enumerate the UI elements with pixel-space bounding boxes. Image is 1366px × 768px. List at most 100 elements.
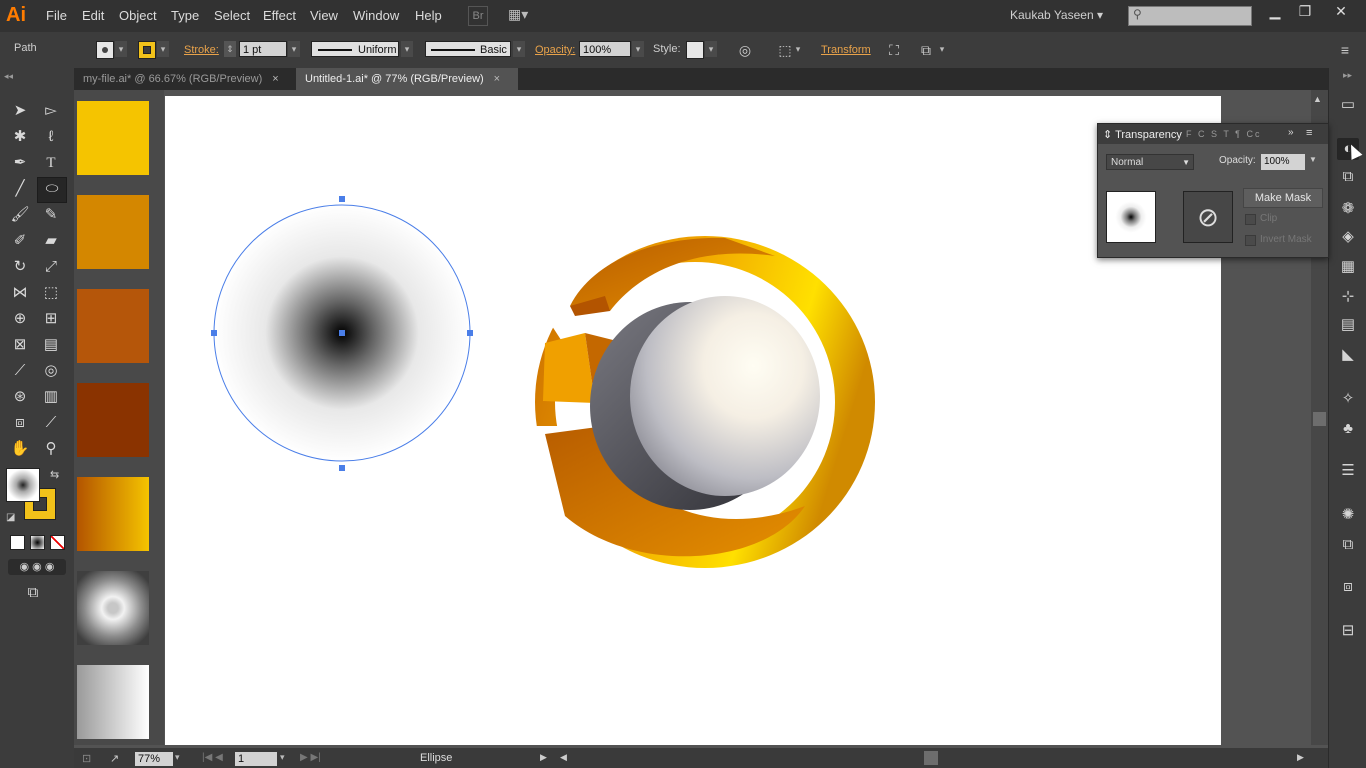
align-dropdown[interactable]: ▾	[792, 41, 804, 57]
swatch-gray-gradient[interactable]	[77, 665, 149, 739]
brush-definition[interactable]: Basic	[425, 41, 511, 57]
blend-mode-select[interactable]: Normal ▼	[1106, 154, 1194, 170]
artboard-number-input[interactable]: 1	[235, 752, 277, 766]
artboards-panel-icon[interactable]: ⧈	[1337, 576, 1359, 598]
symbol-sprayer-tool-icon[interactable]: ⊛	[9, 386, 31, 408]
center-point[interactable]	[339, 330, 345, 336]
artboard[interactable]	[165, 96, 1221, 745]
swap-colors-icon[interactable]: ⇆	[50, 468, 59, 481]
pencil-tool-icon[interactable]: ✎	[40, 204, 62, 226]
artboard-nav-icon[interactable]: ⊡	[82, 752, 91, 765]
swatch-orange[interactable]	[77, 195, 149, 269]
opacity-input[interactable]: 100%	[579, 41, 631, 57]
paintbrush-tool-icon[interactable]: 🖌	[9, 204, 31, 226]
stroke-weight-dropdown[interactable]: ▾	[288, 41, 300, 57]
scroll-left-icon[interactable]: ◀	[560, 752, 567, 763]
close-button[interactable]: ✕	[1328, 3, 1354, 23]
transform-panel-icon[interactable]: ⊹	[1337, 286, 1359, 308]
user-name[interactable]: Kaukab Yaseen	[1010, 8, 1094, 22]
brushes-panel-icon[interactable]: ✧	[1337, 388, 1359, 410]
more-tabs-icon[interactable]: »	[1288, 127, 1294, 138]
scroll-right-icon[interactable]: ▶	[1297, 752, 1304, 763]
eraser-tool-icon[interactable]: ▰	[40, 230, 62, 252]
menu-edit[interactable]: Edit	[82, 8, 104, 23]
arrange-dropdown[interactable]: ▾	[936, 41, 948, 57]
anchor-point[interactable]	[211, 330, 217, 336]
shape-builder-tool-icon[interactable]: ⊕	[9, 308, 31, 330]
opacity-dropdown[interactable]: ▾	[632, 41, 644, 57]
menu-select[interactable]: Select	[214, 8, 250, 23]
links-panel-icon[interactable]: ⧉	[1337, 534, 1359, 556]
brush-dropdown[interactable]: ▾	[513, 41, 525, 57]
menu-window[interactable]: Window	[353, 8, 399, 23]
swatch-yellow[interactable]	[77, 101, 149, 175]
type-tool-icon[interactable]: T	[40, 152, 62, 174]
minimize-button[interactable]: ▁	[1262, 3, 1288, 23]
symbols-panel-icon[interactable]: ♣	[1337, 418, 1359, 440]
close-tab-icon[interactable]: ×	[494, 73, 500, 85]
collapse-icon[interactable]: ◂◂	[4, 71, 13, 82]
artboard-tool-icon[interactable]: ⧈	[9, 412, 31, 434]
blob-brush-tool-icon[interactable]: ✐	[9, 230, 31, 252]
blend-tool-icon[interactable]: ◎	[40, 360, 62, 382]
menu-type[interactable]: Type	[171, 8, 199, 23]
recolor-artwork-icon[interactable]: ◎	[736, 41, 754, 59]
direct-selection-tool-icon[interactable]: ▻	[40, 100, 62, 122]
anchor-point[interactable]	[467, 330, 473, 336]
tab-untitled-1[interactable]: Untitled-1.ai* @ 77% (RGB/Preview) ×	[296, 68, 518, 90]
no-mask-icon[interactable]: ⊘	[1183, 191, 1233, 243]
expand-panels-icon[interactable]: ▸▸	[1343, 70, 1352, 81]
rotate-tool-icon[interactable]: ↻	[9, 256, 31, 278]
selected-ellipse[interactable]	[211, 196, 473, 471]
stroke-dropdown[interactable]: ▾	[157, 41, 169, 57]
swatch-brown[interactable]	[77, 383, 149, 457]
slice-tool-icon[interactable]: ⟋	[40, 412, 62, 434]
panel-menu-icon[interactable]: ≡	[1336, 41, 1354, 59]
align-panel-icon[interactable]: ▤	[1337, 314, 1359, 336]
opacity-label[interactable]: Opacity:	[535, 44, 575, 56]
stroke-label[interactable]: Stroke:	[184, 44, 219, 56]
color-mode-icon[interactable]	[10, 535, 25, 550]
tab-my-file[interactable]: my-file.ai* @ 66.67% (RGB/Preview) ×	[74, 68, 296, 90]
profile-dropdown[interactable]: ▾	[401, 41, 413, 57]
graphic-style-swatch[interactable]	[686, 41, 704, 59]
menu-help[interactable]: Help	[415, 8, 442, 23]
h-scroll-thumb[interactable]	[924, 751, 938, 765]
gradient-mode-icon[interactable]	[30, 535, 45, 550]
default-colors-icon[interactable]: ◪	[6, 512, 15, 523]
gradient-tool-icon[interactable]: ▤	[40, 334, 62, 356]
bridge-icon[interactable]: Br	[468, 6, 488, 26]
panel-title[interactable]: ⇕ Transparency	[1103, 128, 1182, 141]
line-tool-icon[interactable]: ╱	[9, 178, 31, 200]
swatch-orange-gradient[interactable]	[77, 477, 149, 551]
stroke-swatch[interactable]	[138, 41, 156, 59]
layers-panel-icon[interactable]: ◈	[1337, 226, 1359, 248]
asset-export-panel-icon[interactable]: ⊟	[1337, 620, 1359, 642]
mesh-tool-icon[interactable]: ⊠	[9, 334, 31, 356]
draw-mode-icon[interactable]: ◉ ◉ ◉	[8, 559, 66, 575]
other-panel-tabs[interactable]: F C S T ¶ Cc	[1186, 129, 1262, 139]
fill-dropdown[interactable]: ▾	[115, 41, 127, 57]
fill-swatch[interactable]	[96, 41, 114, 59]
pathfinder-panel-icon[interactable]: ✺	[1337, 504, 1359, 526]
scale-tool-icon[interactable]: ⤢	[40, 256, 62, 278]
swatch-radial-gradient[interactable]	[77, 571, 149, 645]
width-tool-icon[interactable]: ⋈	[9, 282, 31, 304]
status-menu-icon[interactable]: ▶	[540, 752, 547, 763]
zoom-tool-icon[interactable]: ⚲	[40, 438, 62, 460]
stroke-weight-input[interactable]: 1 pt	[239, 41, 287, 57]
ellipse-tool-icon[interactable]: ⬭	[37, 177, 67, 203]
transform-link[interactable]: Transform	[821, 44, 871, 56]
artwork-thumbnail[interactable]	[1106, 191, 1156, 243]
screen-mode-icon[interactable]: ⧉	[22, 582, 44, 604]
first-artboard-icon[interactable]: |◀ ◀	[202, 752, 223, 763]
menu-view[interactable]: View	[310, 8, 338, 23]
graphic-styles-panel-icon[interactable]: ☰	[1337, 460, 1359, 482]
none-mode-icon[interactable]	[50, 535, 65, 550]
anchor-point[interactable]	[339, 465, 345, 471]
zoom-input[interactable]: 77%	[135, 752, 173, 766]
opacity-input[interactable]: 100%	[1261, 154, 1305, 170]
arrange-icon[interactable]: ⧉	[917, 41, 935, 59]
restore-button[interactable]: ❐	[1292, 3, 1318, 23]
color-guide-panel-icon[interactable]: ❁	[1337, 198, 1359, 220]
